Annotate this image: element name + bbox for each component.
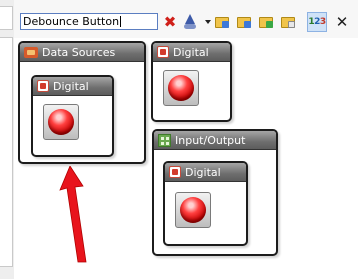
input-output-panel[interactable]: Input/Output Digital <box>152 129 278 256</box>
annotation-arrow-icon <box>59 166 87 263</box>
digital-icon <box>169 166 181 178</box>
digital-icon <box>37 80 49 92</box>
debounce-button-widget[interactable] <box>163 70 199 106</box>
text-caret <box>120 16 122 27</box>
panel-title: Digital <box>185 165 221 179</box>
search-input-value: Debounce Button <box>23 15 120 28</box>
digital-nested-panel[interactable]: Digital <box>31 75 114 157</box>
123-icon: 123 <box>308 17 326 27</box>
close-button[interactable]: ✕ <box>332 12 352 32</box>
red-button[interactable] <box>180 197 206 223</box>
panel-header[interactable]: Digital <box>165 163 246 182</box>
input-output-icon <box>158 133 171 147</box>
folder-green-icon <box>259 16 273 28</box>
data-sources-panel[interactable]: Data Sources Digital <box>18 41 146 164</box>
digital-panel[interactable]: Digital <box>151 41 232 122</box>
canvas: Data Sources Digital Digital Input/Outpu… <box>14 38 358 279</box>
data-sources-icon <box>24 46 38 58</box>
open-folder-button[interactable] <box>212 12 232 32</box>
panel-title: Data Sources <box>42 45 116 59</box>
search-input[interactable]: Debounce Button <box>20 13 158 30</box>
sidebar-tab[interactable] <box>0 6 13 30</box>
folder-blue-icon <box>237 16 251 28</box>
clear-search-button[interactable]: ✖ <box>160 12 180 32</box>
panel-title: Digital <box>53 79 89 93</box>
panel-header[interactable]: Digital <box>153 43 230 62</box>
numbers-toggle-button[interactable]: 123 <box>307 12 327 32</box>
folder-blue-button[interactable] <box>234 12 254 32</box>
close-icon: ✕ <box>335 12 349 31</box>
debounce-button-widget[interactable] <box>43 104 79 140</box>
folder-edit-button[interactable] <box>278 12 298 32</box>
panel-header[interactable]: Data Sources <box>20 43 144 62</box>
chevron-down-icon[interactable] <box>205 20 211 24</box>
sidebar-tab[interactable] <box>0 37 13 267</box>
panel-header[interactable]: Input/Output <box>154 131 276 150</box>
panel-title: Input/Output <box>175 133 246 147</box>
debounce-button-widget[interactable] <box>175 192 211 228</box>
wizard-button[interactable] <box>180 12 200 32</box>
panel-header[interactable]: Digital <box>33 77 112 96</box>
left-sidebar <box>0 0 15 279</box>
toolbar: Debounce Button ✖ 123 ✕ <box>14 0 358 38</box>
red-button[interactable] <box>168 75 194 101</box>
digital-io-panel[interactable]: Digital <box>163 161 248 246</box>
wizard-icon <box>183 14 197 30</box>
red-button[interactable] <box>48 109 74 135</box>
clear-icon: ✖ <box>163 12 177 31</box>
folder-edit-icon <box>281 16 295 28</box>
panel-title: Digital <box>173 45 209 59</box>
folder-green-button[interactable] <box>256 12 276 32</box>
folder-icon <box>215 16 229 28</box>
digital-icon <box>157 46 169 58</box>
